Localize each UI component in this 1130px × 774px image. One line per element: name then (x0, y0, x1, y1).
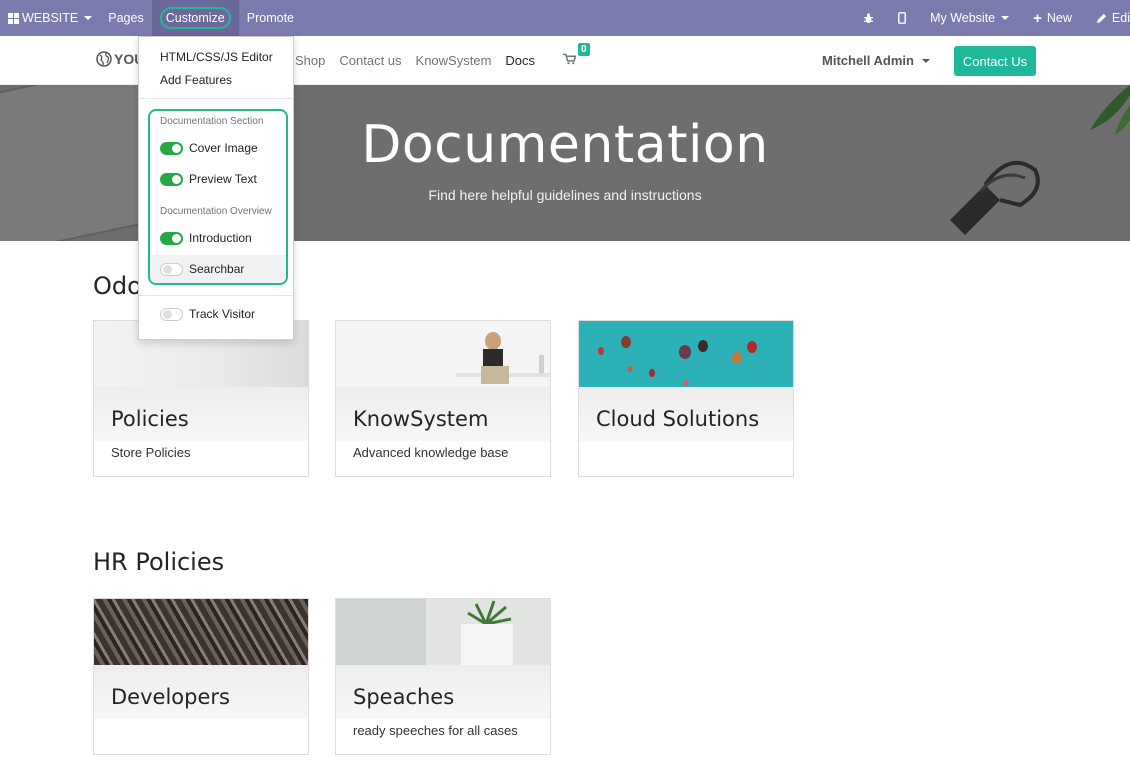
new-label: New (1046, 11, 1072, 25)
searchbar-toggle[interactable]: Searchbar (160, 262, 244, 276)
balloons-illustration (579, 321, 793, 387)
menu-divider (139, 98, 293, 99)
chevron-down-icon (84, 16, 93, 20)
doc-card-developers[interactable]: Developers (93, 598, 309, 755)
section-title-hr-policies: HR Policies (93, 548, 225, 576)
mobile-icon (898, 12, 906, 24)
section-title-odoo: Odo (93, 272, 142, 300)
debug-button[interactable] (851, 0, 886, 36)
doc-card-cloud-solutions[interactable]: Cloud Solutions (578, 320, 794, 477)
new-button[interactable]: + New (1021, 0, 1084, 36)
promote-menu-label: Promote (246, 11, 295, 25)
preview-text-toggle[interactable]: Preview Text (160, 172, 257, 186)
card-image (94, 599, 308, 665)
my-website-label: My Website (930, 11, 996, 25)
menu-divider (139, 295, 293, 296)
cart-icon (563, 53, 577, 65)
toggle-label: Searchbar (189, 262, 245, 276)
pages-menu-label: Pages (108, 11, 144, 25)
edit-label: Edi (1111, 11, 1130, 25)
toggle-switch-on (160, 231, 183, 245)
chevron-down-icon (1001, 16, 1010, 20)
toggle-switch-off (160, 262, 183, 276)
user-menu[interactable]: Mitchell Admin (822, 53, 930, 68)
website-menu[interactable]: WEBSITE (0, 0, 100, 36)
promote-menu[interactable]: Promote (239, 0, 302, 36)
add-features-item[interactable]: Add Features (160, 73, 232, 87)
card-subtitle: Advanced knowledge base (353, 445, 509, 460)
toggle-switch-on (160, 141, 183, 155)
card-title: Speaches (353, 685, 455, 709)
card-image (336, 599, 550, 665)
documentation-overview-header: Documentation Overview (160, 206, 272, 217)
user-name: Mitchell Admin (822, 53, 914, 68)
cart-link[interactable]: 0 (563, 43, 590, 68)
bug-icon (863, 12, 874, 23)
toggle-switch-off (160, 307, 183, 321)
toggle-label: Cover Image (189, 141, 258, 155)
card-title: Developers (111, 685, 230, 709)
globe-icon (96, 51, 112, 67)
track-visitor-toggle[interactable]: Track Visitor (160, 307, 255, 321)
card-subtitle: ready speeches for all cases (353, 723, 518, 738)
customize-dropdown: HTML/CSS/JS Editor Add Features Document… (138, 36, 294, 340)
card-image (579, 321, 793, 387)
my-website-menu[interactable]: My Website (918, 0, 1021, 36)
nav-link-shop[interactable]: Shop (295, 53, 325, 68)
toggle-label: Preview Text (189, 172, 257, 186)
pages-menu[interactable]: Pages (100, 0, 151, 36)
card-subtitle: Store Policies (111, 445, 191, 460)
edit-button[interactable]: Edi (1084, 0, 1130, 36)
apps-grid-icon (8, 12, 19, 24)
nav-link-docs[interactable]: Docs (505, 53, 535, 68)
html-css-js-editor-item[interactable]: HTML/CSS/JS Editor (160, 50, 273, 64)
mobile-preview-button[interactable] (886, 0, 918, 36)
cover-image-toggle[interactable]: Cover Image (160, 141, 258, 155)
plant-illustration (336, 599, 550, 665)
customize-menu[interactable]: Customize (151, 0, 239, 36)
admin-top-bar: WEBSITE Pages Customize Promote My Websi… (0, 0, 1130, 36)
plus-icon: + (1033, 9, 1042, 27)
card-title: Cloud Solutions (596, 407, 760, 431)
doc-card-policies[interactable]: Policies Store Policies (93, 320, 309, 477)
cart-count-badge: 0 (578, 43, 590, 56)
toggle-label: Introduction (189, 231, 252, 245)
documentation-section-header: Documentation Section (160, 116, 264, 127)
contact-us-button[interactable]: Contact Us (954, 46, 1036, 76)
doc-card-speaches[interactable]: Speaches ready speeches for all cases (335, 598, 551, 755)
person-illustration (336, 321, 550, 387)
website-menu-label: WEBSITE (22, 11, 79, 25)
card-title: KnowSystem (353, 407, 489, 431)
toggle-switch-on (160, 172, 183, 186)
card-image (336, 321, 550, 387)
nav-link-knowsystem[interactable]: KnowSystem (416, 53, 492, 68)
chevron-down-icon (921, 58, 930, 63)
doc-card-knowsystem[interactable]: KnowSystem Advanced knowledge base (335, 320, 551, 477)
card-title: Policies (111, 407, 189, 431)
customize-menu-label: Customize (159, 7, 231, 29)
nav-link-contact[interactable]: Contact us (339, 53, 401, 68)
documentation-options-group (148, 109, 288, 285)
toggle-label: Track Visitor (189, 307, 256, 321)
pencil-icon (1096, 13, 1107, 23)
introduction-toggle[interactable]: Introduction (160, 231, 252, 245)
